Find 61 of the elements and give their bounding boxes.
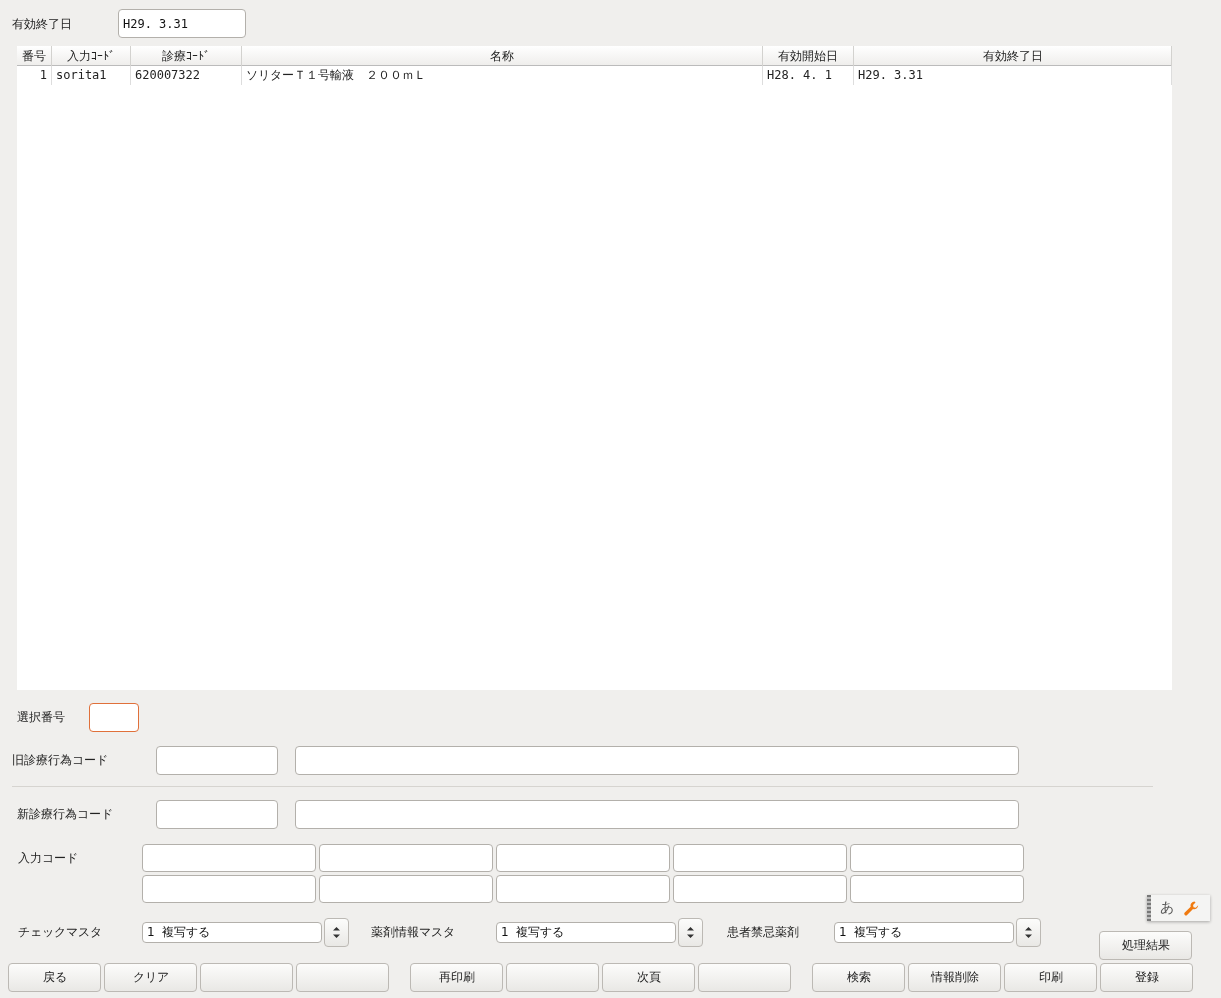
input-field[interactable]: [142, 844, 316, 872]
function-button[interactable]: 再印刷: [410, 963, 503, 992]
input-field[interactable]: [295, 800, 1019, 829]
table-cell: ソリターＴ１号輸液 ２００ｍＬ: [242, 66, 763, 85]
combo-field[interactable]: 1 複写する: [142, 922, 322, 943]
blank-button[interactable]: [506, 963, 599, 992]
spinner-button[interactable]: [324, 918, 349, 947]
column-header[interactable]: 名称: [242, 46, 763, 66]
input-field[interactable]: [89, 703, 139, 732]
field-label: 旧診療行為コード: [12, 752, 109, 769]
input-field[interactable]: [319, 875, 493, 903]
column-header[interactable]: 入力ｺｰﾄﾞ: [52, 46, 131, 66]
input-mode-text: あ: [1160, 899, 1174, 917]
input-field[interactable]: [156, 800, 278, 829]
combo-field[interactable]: 1 複写する: [496, 922, 676, 943]
input-field[interactable]: [850, 844, 1024, 872]
function-button[interactable]: クリア: [104, 963, 197, 992]
function-button[interactable]: 情報削除: [908, 963, 1001, 992]
function-button[interactable]: 戻る: [8, 963, 101, 992]
input-field[interactable]: [850, 875, 1024, 903]
function-button[interactable]: 登録: [1100, 963, 1193, 992]
input-field[interactable]: [496, 875, 670, 903]
option-label: 患者禁忌薬剤: [727, 924, 800, 941]
blank-button[interactable]: [698, 963, 791, 992]
input-field[interactable]: [295, 746, 1019, 775]
ime-indicator[interactable]: あ: [1147, 895, 1210, 921]
column-header[interactable]: 番号: [17, 46, 52, 66]
table-cell: 1: [17, 66, 52, 85]
blank-button[interactable]: [296, 963, 389, 992]
up-down-arrows-icon: [333, 927, 340, 938]
input-field[interactable]: [156, 746, 278, 775]
input-field[interactable]: [142, 875, 316, 903]
function-button[interactable]: 次頁: [602, 963, 695, 992]
table-cell: 620007322: [131, 66, 242, 85]
column-header[interactable]: 診療ｺｰﾄﾞ: [131, 46, 242, 66]
blank-button[interactable]: [200, 963, 293, 992]
function-button[interactable]: 印刷: [1004, 963, 1097, 992]
table-cell: H28. 4. 1: [763, 66, 854, 85]
field-label: 有効終了日: [12, 16, 73, 33]
combo-field[interactable]: 1 複写する: [834, 922, 1014, 943]
spinner-button[interactable]: [678, 918, 703, 947]
input-field[interactable]: [673, 844, 847, 872]
function-button[interactable]: 検索: [812, 963, 905, 992]
option-label: チェックマスタ: [18, 924, 103, 941]
up-down-arrows-icon: [1025, 927, 1032, 938]
field-label: 選択番号: [17, 709, 66, 726]
column-header[interactable]: 有効開始日: [763, 46, 854, 66]
function-button[interactable]: 処理結果: [1099, 931, 1192, 960]
input-field[interactable]: [319, 844, 493, 872]
field-label: 新診療行為コード: [17, 806, 114, 823]
up-down-arrows-icon: [687, 927, 694, 938]
input-field[interactable]: [496, 844, 670, 872]
input-field[interactable]: [673, 875, 847, 903]
wrench-icon[interactable]: [1184, 900, 1199, 916]
field-label: 入力コード: [18, 850, 79, 867]
spinner-button[interactable]: [1016, 918, 1041, 947]
input-field[interactable]: H29. 3.31: [118, 9, 246, 38]
option-label: 薬剤情報マスタ: [371, 924, 456, 941]
column-header[interactable]: 有効終了日: [854, 46, 1172, 66]
table-cell: H29. 3.31: [854, 66, 1172, 85]
table-cell: sorita1: [52, 66, 131, 85]
